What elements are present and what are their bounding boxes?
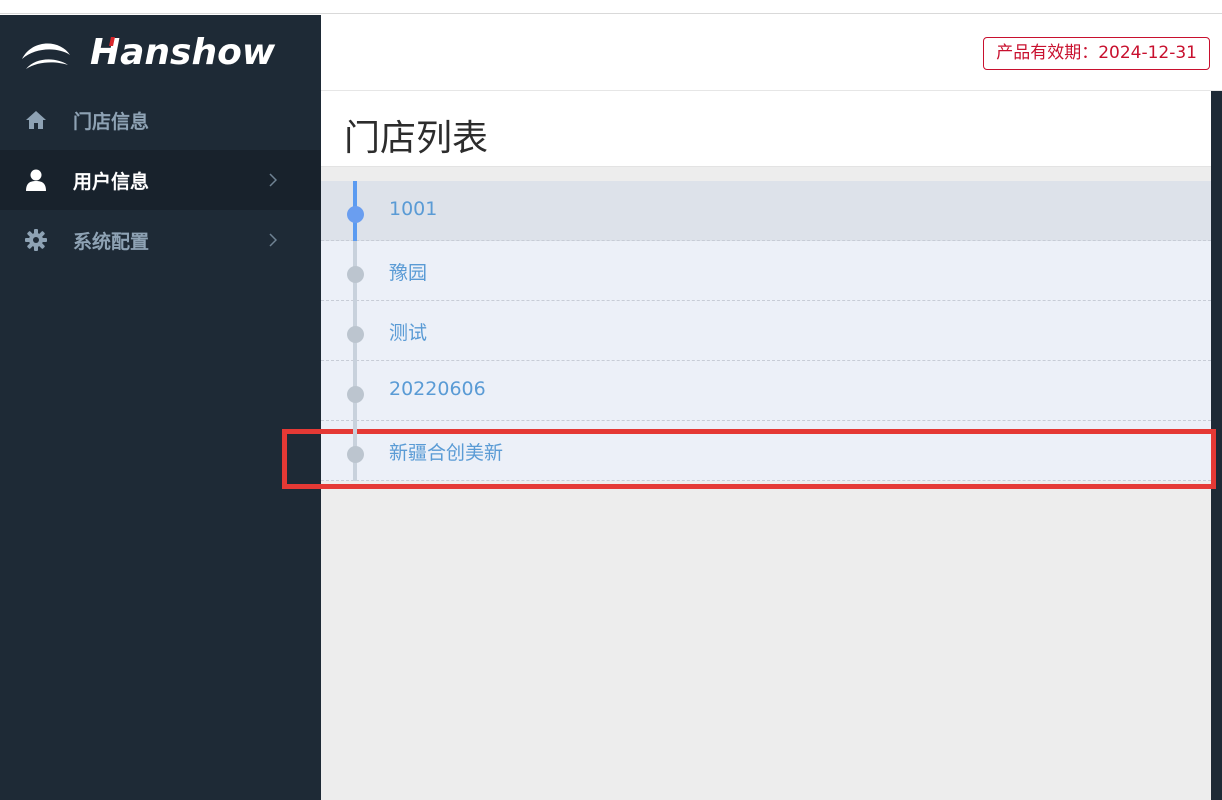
page-title: 门店列表 xyxy=(344,118,489,159)
store-name: 测试 xyxy=(389,322,428,344)
store-list-item[interactable]: 测试 xyxy=(321,301,1211,361)
timeline-dot xyxy=(347,446,364,463)
store-list-item[interactable]: 20220606 xyxy=(321,361,1211,421)
chevron-right-icon xyxy=(263,230,283,250)
hanshow-wing-icon xyxy=(22,43,70,69)
timeline-dot xyxy=(347,326,364,343)
sidebar-item-store-info[interactable]: 门店信息 xyxy=(0,90,321,150)
sidebar-nav: 门店信息 用户信息 系统配置 xyxy=(0,90,321,270)
store-list: 1001 豫园 测试 20220606 新疆合创美新 xyxy=(321,181,1211,481)
sidebar-item-label: 用户信息 xyxy=(73,170,150,193)
sidebar-item-label: 系统配置 xyxy=(73,230,150,253)
brand-name: Hanshow xyxy=(90,32,276,73)
home-icon xyxy=(24,108,48,132)
user-icon xyxy=(24,168,48,192)
page-title-bar: 门店列表 xyxy=(321,91,1211,167)
timeline-dot xyxy=(347,386,364,403)
main-content: 门店列表 1001 豫园 测试 20220606 新疆合创美新 xyxy=(321,91,1211,800)
top-header: 产品有效期：2024-12-31 xyxy=(321,15,1222,91)
chevron-right-icon xyxy=(263,170,283,190)
sidebar-item-user-info[interactable]: 用户信息 xyxy=(0,150,321,210)
brand-logo[interactable]: Hanshow xyxy=(0,15,321,90)
store-name: 20220606 xyxy=(389,378,486,400)
expiry-badge: 产品有效期：2024-12-31 xyxy=(983,37,1210,70)
store-name: 豫园 xyxy=(389,262,428,284)
store-list-item[interactable]: 豫园 xyxy=(321,241,1211,301)
store-list-item[interactable]: 1001 xyxy=(321,181,1211,241)
gear-icon xyxy=(24,228,48,252)
sidebar: Hanshow 门店信息 用户信息 系统配置 xyxy=(0,15,321,800)
sidebar-item-system-config[interactable]: 系统配置 xyxy=(0,210,321,270)
timeline-dot xyxy=(347,266,364,283)
store-name: 新疆合创美新 xyxy=(389,442,504,464)
store-name: 1001 xyxy=(389,198,438,220)
sidebar-item-label: 门店信息 xyxy=(73,110,150,133)
timeline-dot xyxy=(347,206,364,223)
store-list-item[interactable]: 新疆合创美新 xyxy=(321,421,1211,481)
top-edge xyxy=(0,0,1222,14)
right-edge-strip xyxy=(1211,91,1222,800)
